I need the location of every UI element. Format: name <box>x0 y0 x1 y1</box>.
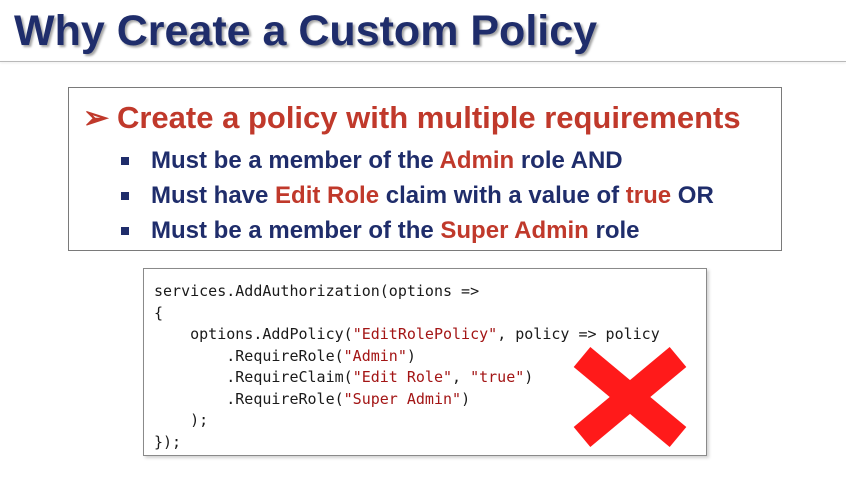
bullet-highlight: Super Admin <box>440 217 589 244</box>
square-bullet-icon <box>121 192 129 200</box>
code-string: "EditRolePolicy" <box>352 325 498 343</box>
arrow-bullet-icon: ➢ <box>83 100 109 135</box>
bullet-text: Must be a member of the <box>151 217 441 244</box>
bullet-text: Must be a member of the <box>151 147 440 174</box>
list-item: Must be a member of the Super Admin role <box>119 213 714 248</box>
bullet-highlight: true <box>625 182 672 209</box>
bullet-text: Must have <box>151 182 276 209</box>
code-string: "true" <box>470 368 525 386</box>
title-divider <box>0 61 846 62</box>
page-title: Why Create a Custom Policy <box>14 7 598 55</box>
square-bullet-icon <box>121 227 129 235</box>
list-item: Must have Edit Role claim with a value o… <box>119 178 714 213</box>
code-line: services.AddAuthorization(options => <box>154 282 480 300</box>
headline-text: Create a policy with multiple requiremen… <box>116 100 741 135</box>
bullet-text: claim with a value of <box>379 182 626 209</box>
bullet-highlight: Admin <box>439 147 515 174</box>
requirements-box: ➢ Create a policy with multiple requireme… <box>68 87 782 251</box>
code-string: "Admin" <box>343 346 407 365</box>
headline: ➢ Create a policy with multiple requireme… <box>83 100 741 136</box>
bullet-highlight: Edit Role <box>275 182 380 209</box>
square-bullet-icon <box>121 157 129 165</box>
bullet-text: role <box>588 217 640 244</box>
red-x-icon <box>573 347 687 447</box>
code-string: "Super Admin" <box>343 389 462 408</box>
code-line: options.AddPolicy("EditRolePolicy", poli… <box>154 325 660 343</box>
code-line: { <box>154 303 164 322</box>
requirements-list: Must be a member of the Admin role AND M… <box>119 143 714 248</box>
bullet-text: role AND <box>514 147 623 174</box>
code-string: "Edit Role" <box>352 368 453 386</box>
list-item: Must be a member of the Admin role AND <box>119 143 714 178</box>
slide: Why Create a Custom Policy ➢ Create a pol… <box>0 0 846 486</box>
bullet-text: OR <box>671 182 714 209</box>
